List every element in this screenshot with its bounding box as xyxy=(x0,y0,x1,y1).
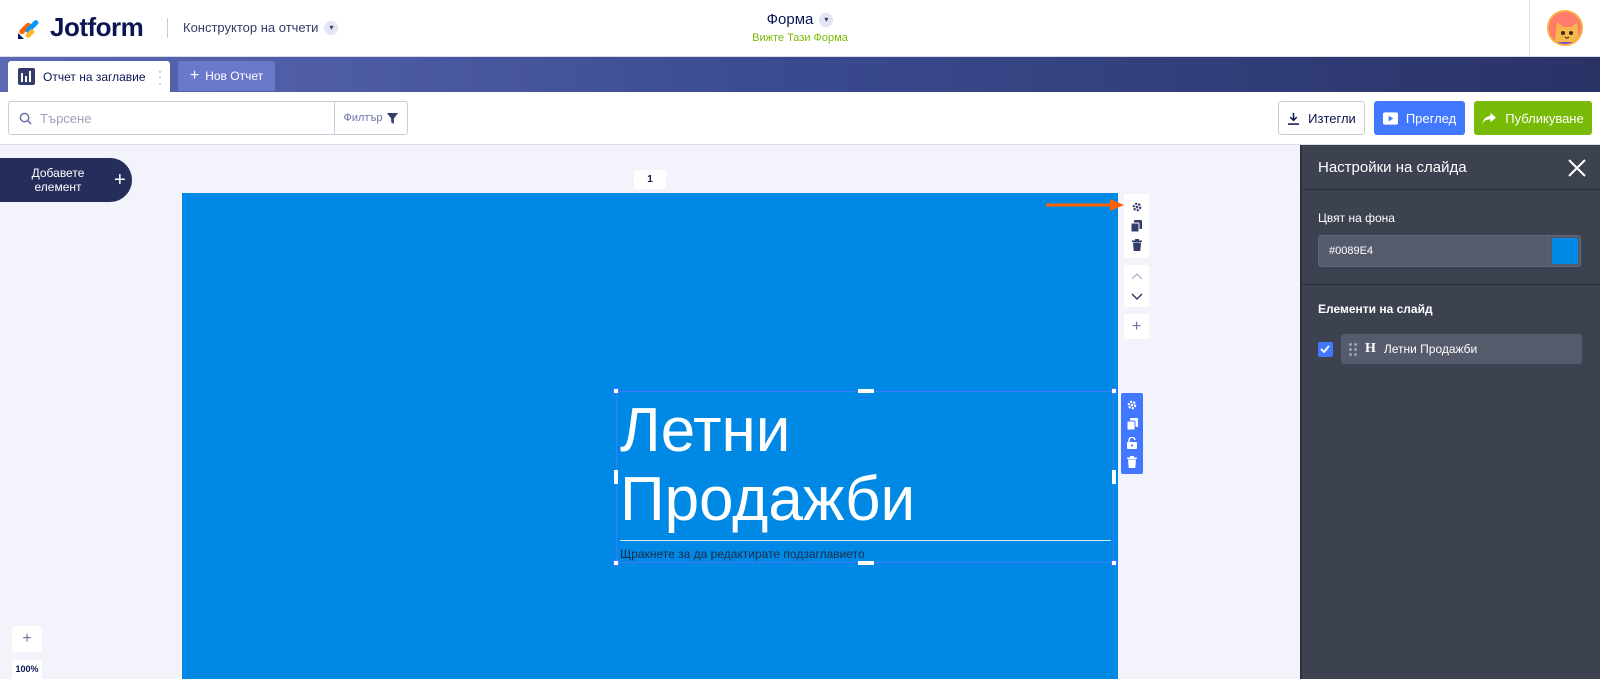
resize-handle[interactable] xyxy=(613,388,619,394)
slide-element-row: H Летни Продажби xyxy=(1318,334,1582,364)
resize-handle[interactable] xyxy=(1111,388,1117,394)
download-icon xyxy=(1288,112,1300,125)
duplicate-slide-icon[interactable] xyxy=(1131,219,1142,232)
tab-report-title[interactable]: Отчет на заглавие · · · xyxy=(8,61,170,92)
heading-type-icon: H xyxy=(1364,341,1376,356)
filter-label: Филтър xyxy=(343,112,383,124)
resize-handle[interactable] xyxy=(858,561,874,565)
slide-settings-gear-icon[interactable] xyxy=(1131,201,1143,213)
bg-color-input[interactable]: #0089E4 xyxy=(1318,235,1549,267)
resize-handle[interactable] xyxy=(614,470,618,484)
avatar-cat-icon xyxy=(1549,12,1581,44)
avatar[interactable] xyxy=(1547,10,1583,46)
toolbar: Филтър Изтегли Преглед Публикуване xyxy=(0,92,1600,145)
add-slide-button[interactable]: + xyxy=(1124,314,1149,339)
delete-slide-icon[interactable] xyxy=(1131,239,1142,252)
zoom-in-button[interactable]: + xyxy=(12,626,42,652)
zoom-level: 100% xyxy=(12,660,42,679)
slide-headline[interactable]: Летни Продажби xyxy=(620,396,960,534)
preview-button[interactable]: Преглед xyxy=(1374,101,1465,135)
play-screen-icon xyxy=(1382,111,1398,125)
page-number: 1 xyxy=(634,170,666,189)
resize-handle[interactable] xyxy=(1111,560,1117,566)
plus-icon: + xyxy=(114,168,126,191)
slide-toolbar xyxy=(1124,194,1149,258)
form-title-dropdown[interactable]: Форма ▾ xyxy=(767,11,834,28)
report-tab-bar: Отчет на заглавие · · · + Нов Отчет xyxy=(0,57,1600,92)
top-bar: Jotform Конструктор на отчети ▾ Форма ▾ … xyxy=(0,0,1600,57)
headline-divider xyxy=(620,540,1111,541)
filter-funnel-icon xyxy=(387,112,399,124)
element-label: Летни Продажби xyxy=(1383,342,1478,356)
slide-element-item[interactable]: H Летни Продажби xyxy=(1340,334,1582,364)
subtitle-placeholder[interactable]: Щракнете за да редактирате подзаглавието xyxy=(620,547,865,561)
download-button[interactable]: Изтегли xyxy=(1278,101,1365,135)
filter-button[interactable]: Филтър xyxy=(335,101,408,135)
plus-icon: + xyxy=(1131,317,1142,335)
search-input[interactable] xyxy=(40,110,310,126)
resize-handle[interactable] xyxy=(613,560,619,566)
gear-icon[interactable] xyxy=(1126,399,1138,411)
bg-color-field: #0089E4 xyxy=(1318,235,1581,267)
element-toolbar xyxy=(1121,393,1143,474)
publish-label: Публикуване xyxy=(1505,110,1584,126)
trash-icon[interactable] xyxy=(1127,455,1137,468)
chevron-up-icon[interactable] xyxy=(1130,272,1143,280)
avatar-container xyxy=(1529,0,1600,56)
checkmark-icon xyxy=(1320,345,1331,353)
chevron-down-icon[interactable] xyxy=(1130,292,1143,301)
heading-element[interactable]: Летни Продажби Щракнете за да редактират… xyxy=(613,388,1117,566)
search-box xyxy=(8,101,335,135)
slide-elements-label: Елементи на слайд xyxy=(1318,302,1433,316)
preview-label: Преглед xyxy=(1405,110,1457,126)
share-arrow-icon xyxy=(1482,112,1497,124)
divider xyxy=(1302,284,1600,285)
tab-label: Отчет на заглавие xyxy=(43,69,146,84)
bg-color-label: Цвят на фона xyxy=(1318,211,1395,225)
chevron-down-icon: ▾ xyxy=(819,12,834,27)
resize-handle[interactable] xyxy=(1112,470,1116,484)
form-title: Форма xyxy=(766,11,814,28)
more-vertical-icon[interactable]: · · · xyxy=(158,65,162,89)
divider xyxy=(1302,189,1600,190)
publish-button[interactable]: Публикуване xyxy=(1474,101,1592,135)
annotation-arrow-icon xyxy=(1046,199,1124,211)
color-picker-swatch[interactable] xyxy=(1549,235,1581,267)
element-visibility-checkbox[interactable] xyxy=(1318,341,1333,357)
add-element-label: Добавете елемент xyxy=(31,166,85,194)
unlock-icon[interactable] xyxy=(1126,436,1138,449)
resize-handle[interactable] xyxy=(858,389,874,393)
slide-move-controls xyxy=(1124,265,1149,307)
report-chart-icon xyxy=(18,68,35,85)
download-label: Изтегли xyxy=(1308,110,1356,126)
close-icon[interactable] xyxy=(1567,158,1587,178)
search-icon xyxy=(19,112,32,125)
plus-icon: + xyxy=(189,67,200,84)
copy-icon[interactable] xyxy=(1126,418,1138,431)
new-report-label: Нов Отчет xyxy=(205,69,264,83)
drag-handle-icon[interactable] xyxy=(1348,342,1357,356)
panel-title: Настройки на слайда xyxy=(1318,159,1467,176)
color-swatch-fill xyxy=(1551,238,1578,264)
add-element-button[interactable]: Добавете елемент + xyxy=(0,158,132,202)
slide-settings-panel: Настройки на слайда Цвят на фона #0089E4… xyxy=(1300,145,1600,679)
view-form-link[interactable]: Вижте Тази Форма xyxy=(0,32,1600,44)
plus-icon: + xyxy=(22,630,32,647)
new-report-tab[interactable]: + Нов Отчет xyxy=(178,61,275,91)
